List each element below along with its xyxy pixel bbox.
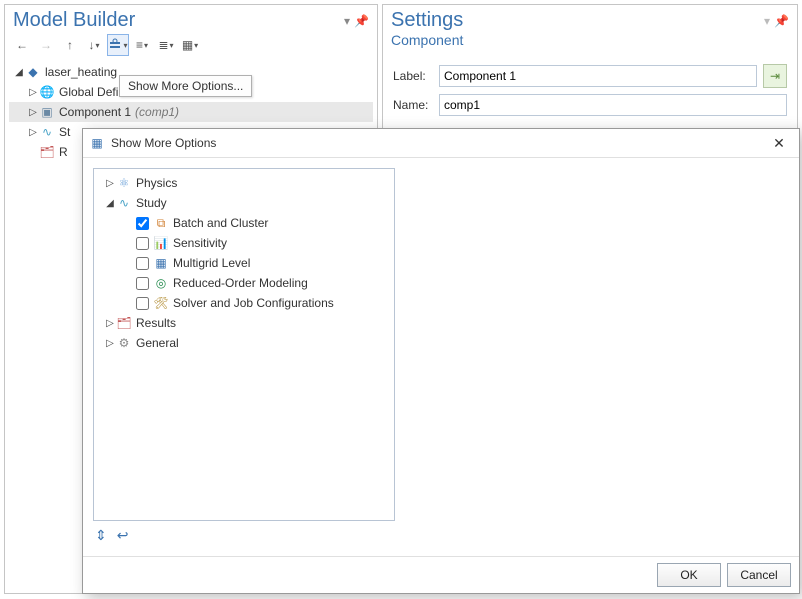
nav-down-button[interactable]: ↓▾ (83, 34, 105, 56)
toolbar-extra-1[interactable]: ≡▾ (131, 34, 153, 56)
pin-icon[interactable]: 📌 (354, 14, 369, 28)
label-row: Label: ⇥ (393, 64, 787, 88)
twisty-expanded-icon[interactable]: ◢ (13, 67, 25, 78)
twisty-expanded-icon[interactable]: ◢ (104, 198, 116, 209)
tree-root-label: laser_heating (45, 65, 117, 79)
settings-form: Label: ⇥ Name: (383, 52, 797, 128)
dialog-titlebar[interactable]: ▦ Show More Options ✕ (83, 129, 799, 158)
show-more-options-button[interactable]: ▾ (107, 34, 129, 56)
solver-checkbox[interactable] (136, 297, 149, 310)
section-results[interactable]: ▷ 🗂 Results (100, 313, 388, 333)
show-more-options-dialog: ▦ Show More Options ✕ ▷ ⚛ Physics ◢ ∿ St… (82, 128, 800, 594)
settings-title: Settings (391, 9, 463, 32)
close-icon[interactable]: ✕ (765, 135, 793, 152)
tree-study-stub-label: St (59, 125, 70, 139)
dialog-icon: ▦ (89, 135, 105, 151)
multigrid-icon: ▦ (153, 255, 169, 271)
twisty-collapsed-icon[interactable]: ▷ (104, 338, 116, 349)
batch-icon: ⧉ (153, 215, 169, 231)
tree-results-stub-label: R (59, 145, 68, 159)
option-rom[interactable]: ◎ Reduced-Order Modeling (100, 273, 388, 293)
settings-subtitle: Component (383, 32, 797, 52)
physics-icon: ⚛ (116, 175, 132, 191)
option-rom-label: Reduced-Order Modeling (173, 276, 308, 290)
panel-pin-controls: ▾ 📌 (344, 14, 369, 28)
results-icon: 🗂 (116, 315, 132, 331)
dialog-right-pane (405, 168, 789, 521)
model-builder-toolbar: ← → ↑ ↓▾ ▾ ≡▾ ≣▾ ▦▾ (5, 32, 377, 60)
section-results-label: Results (136, 316, 176, 330)
section-physics[interactable]: ▷ ⚛ Physics (100, 173, 388, 193)
name-input[interactable] (439, 94, 787, 116)
option-multigrid[interactable]: ▦ Multigrid Level (100, 253, 388, 273)
dialog-title: Show More Options (111, 136, 765, 150)
rom-icon: ◎ (153, 275, 169, 291)
study-icon: ∿ (39, 124, 55, 140)
tree-component[interactable]: ▷ ▣ Component 1 (comp1) (9, 102, 373, 122)
section-physics-label: Physics (136, 176, 177, 190)
twisty-collapsed-icon[interactable]: ▷ (27, 87, 39, 98)
dialog-tool-row: ⇕ ↩ (93, 521, 789, 546)
option-batch-label: Batch and Cluster (173, 216, 268, 230)
cube-icon: ▣ (39, 104, 55, 120)
tree-component-label: Component 1 (59, 105, 131, 119)
twisty-collapsed-icon[interactable]: ▷ (27, 107, 39, 118)
option-solver[interactable]: 🛠 Solver and Job Configurations (100, 293, 388, 313)
toolbar-extra-3[interactable]: ▦▾ (179, 34, 201, 56)
label-field-label: Label: (393, 69, 439, 83)
dialog-body: ▷ ⚛ Physics ◢ ∿ Study ⧉ Batch and Cluste… (83, 158, 799, 556)
settings-pin-controls: ▾ 📌 (764, 14, 789, 28)
name-row: Name: (393, 94, 787, 116)
twisty-collapsed-icon[interactable]: ▷ (104, 318, 116, 329)
option-batch-and-cluster[interactable]: ⧉ Batch and Cluster (100, 213, 388, 233)
twisty-collapsed-icon[interactable]: ▷ (104, 178, 116, 189)
expand-all-icon[interactable]: ⇕ (95, 527, 107, 544)
multigrid-checkbox[interactable] (136, 257, 149, 270)
reset-icon[interactable]: ↩ (117, 527, 129, 544)
ok-button[interactable]: OK (657, 563, 721, 587)
go-to-source-button[interactable]: ⇥ (763, 64, 787, 88)
settings-title-bar: Settings ▾ 📌 (383, 5, 797, 32)
model-builder-title-bar: Model Builder ▾ 📌 (5, 5, 377, 32)
options-tree: ▷ ⚛ Physics ◢ ∿ Study ⧉ Batch and Cluste… (93, 168, 395, 521)
option-sensitivity-label: Sensitivity (173, 236, 227, 250)
batch-checkbox[interactable] (136, 217, 149, 230)
option-sensitivity[interactable]: 📊 Sensitivity (100, 233, 388, 253)
nav-up-button[interactable]: ↑ (59, 34, 81, 56)
option-multigrid-label: Multigrid Level (173, 256, 250, 270)
twisty-collapsed-icon[interactable]: ▷ (27, 127, 39, 138)
option-solver-label: Solver and Job Configurations (173, 296, 334, 310)
study-icon: ∿ (116, 195, 132, 211)
gear-icon: ⚙ (116, 335, 132, 351)
section-study[interactable]: ◢ ∿ Study (100, 193, 388, 213)
panel-menu-icon[interactable]: ▾ (344, 14, 350, 28)
name-field-label: Name: (393, 98, 439, 112)
section-general-label: General (136, 336, 179, 350)
sensitivity-icon: 📊 (153, 235, 169, 251)
model-builder-title: Model Builder (13, 9, 135, 32)
section-study-label: Study (136, 196, 167, 210)
results-icon: 🗂 (39, 144, 55, 160)
nav-back-button[interactable]: ← (11, 34, 33, 56)
tree-component-suffix: (comp1) (135, 105, 179, 119)
nav-forward-button[interactable]: → (35, 34, 57, 56)
section-general[interactable]: ▷ ⚙ General (100, 333, 388, 353)
solver-icon: 🛠 (153, 295, 169, 311)
label-input[interactable] (439, 65, 757, 87)
sensitivity-checkbox[interactable] (136, 237, 149, 250)
dialog-footer: OK Cancel (83, 556, 799, 593)
pin-icon[interactable]: 📌 (774, 14, 789, 28)
show-more-options-tooltip: Show More Options... (119, 75, 252, 97)
toolbar-extra-2[interactable]: ≣▾ (155, 34, 177, 56)
cancel-button[interactable]: Cancel (727, 563, 791, 587)
rom-checkbox[interactable] (136, 277, 149, 290)
diamond-icon: ◆ (25, 64, 41, 80)
panel-menu-icon[interactable]: ▾ (764, 14, 770, 28)
globe-icon: 🌐 (39, 84, 55, 100)
